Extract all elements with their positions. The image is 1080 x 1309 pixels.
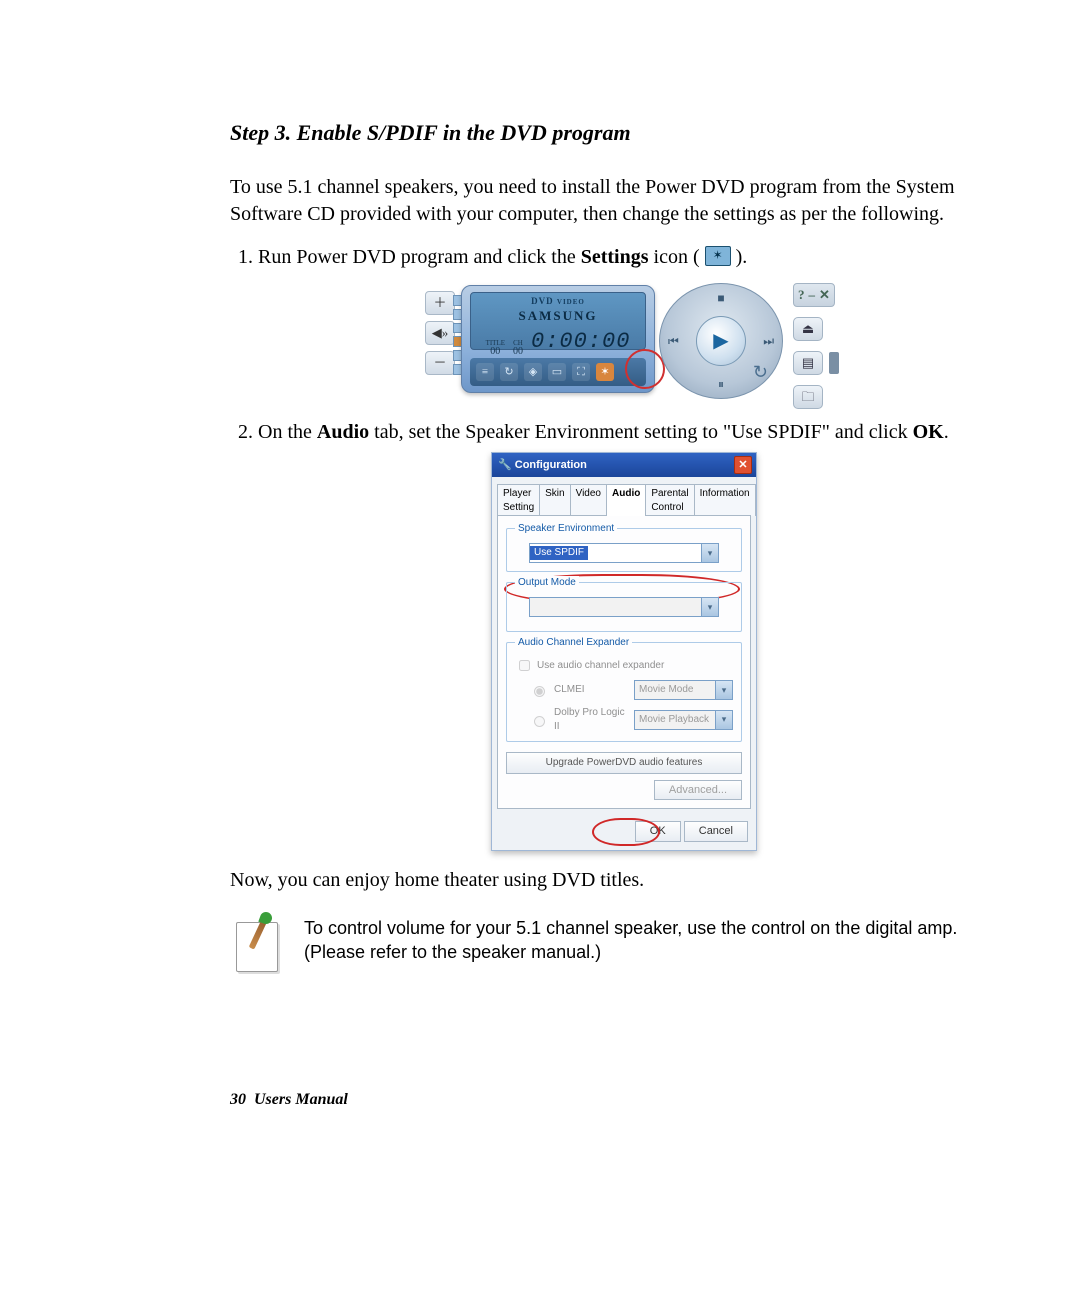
dialog-titlebar: 🔧 Configuration ✕: [492, 453, 756, 477]
outro-paragraph: Now, you can enjoy home theater using DV…: [230, 869, 990, 892]
intro-paragraph: To use 5.1 channel speakers, you need to…: [230, 174, 990, 228]
timer-row: TITLE 00 CH 00 0:00:00: [471, 327, 645, 357]
settings-word: Settings: [581, 246, 649, 268]
red-circle-callout: [625, 349, 665, 389]
tab-skin[interactable]: Skin: [539, 484, 570, 516]
group-title: Output Mode: [515, 576, 579, 590]
capture-icon[interactable]: ▭: [548, 363, 566, 381]
tab-audio[interactable]: Audio: [606, 484, 646, 516]
checkbox-label: Use audio channel expander: [537, 659, 664, 673]
step-title: Step 3. Enable S/PDIF in the DVD program: [230, 120, 990, 146]
chevron-down-icon: ▾: [715, 711, 732, 729]
page-footer: 30 Users Manual: [230, 1091, 348, 1109]
ace-row-clmei: CLMEI Movie Mode▾: [515, 680, 733, 700]
tab-information[interactable]: Information: [694, 484, 756, 516]
drag-handle-icon[interactable]: [829, 352, 839, 374]
fullscreen-icon[interactable]: ⛶: [572, 363, 590, 381]
open-icon[interactable]: 🗀: [793, 385, 823, 409]
tab-player-setting[interactable]: Player Setting: [497, 484, 540, 516]
radio-label: CLMEI: [554, 683, 628, 697]
chevron-down-icon[interactable]: ▾: [701, 544, 718, 562]
group-title: Speaker Environment: [515, 522, 617, 536]
text: tab, set the Speaker Environment setting…: [369, 421, 912, 443]
use-ace-checkbox[interactable]: Use audio channel expander: [515, 657, 733, 674]
player-bottom-bar: ≡ ↻ ◈ ▭ ⛶ ✶: [470, 358, 646, 386]
tab-parental-control[interactable]: Parental Control: [645, 484, 694, 516]
instruction-list: Run Power DVD program and click the Sett…: [230, 244, 990, 851]
repeat-icon[interactable]: ↻: [500, 363, 518, 381]
ace-row-dolby: Dolby Pro Logic II Movie Playback▾: [515, 706, 733, 733]
page: Step 3. Enable S/PDIF in the DVD program…: [0, 0, 1080, 1309]
upgrade-button[interactable]: Upgrade PowerDVD audio features: [506, 752, 742, 774]
radio-clmei[interactable]: [534, 686, 545, 697]
checkbox-input[interactable]: [519, 660, 530, 671]
play-button[interactable]: ▶: [696, 316, 746, 366]
radio-label: Dolby Pro Logic II: [554, 706, 628, 733]
refresh-icon[interactable]: ↻: [753, 360, 768, 384]
tab-video[interactable]: Video: [570, 484, 607, 516]
help-icon[interactable]: ?: [798, 286, 805, 304]
output-mode-group: Output Mode ▾: [506, 582, 742, 632]
right-buttons: ? – ✕ ⏏ ▤ 🗀: [793, 283, 839, 409]
dialog-actions: OK Cancel: [492, 815, 756, 850]
dialog-title-text: 🔧 Configuration: [498, 458, 587, 473]
configuration-dialog: 🔧 Configuration ✕ Player Setting Skin Vi…: [491, 452, 757, 851]
chevron-down-icon: ▾: [701, 598, 718, 616]
volume-button[interactable]: ◀»: [425, 321, 455, 345]
powerdvd-player-screenshot: ＋ ◀» － DVD VIDEO SAMSUNG T: [409, 281, 839, 401]
group-title: Audio Channel Expander: [515, 636, 632, 650]
minus-button[interactable]: －: [425, 351, 455, 375]
instruction-1: Run Power DVD program and click the Sett…: [258, 244, 990, 401]
note-block: To control volume for your 5.1 channel s…: [230, 916, 990, 972]
text: On the: [258, 421, 317, 443]
next-icon[interactable]: ⏭: [763, 333, 774, 349]
text: ).: [731, 246, 748, 268]
text: icon (: [649, 246, 705, 268]
eject-icon[interactable]: ⏏: [793, 317, 823, 341]
brand-label: SAMSUNG: [471, 307, 645, 325]
time-display: 0:00:00: [531, 327, 630, 357]
page-number: 30: [230, 1091, 246, 1108]
playlist-icon[interactable]: ▤: [793, 351, 823, 375]
close-icon[interactable]: ✕: [819, 286, 830, 304]
pause-icon[interactable]: ⏸: [718, 376, 724, 392]
clmei-select: Movie Mode▾: [634, 680, 733, 700]
menu-icon[interactable]: ≡: [476, 363, 494, 381]
radio-dolby[interactable]: [534, 716, 545, 727]
plus-button[interactable]: ＋: [425, 291, 455, 315]
speaker-environment-select[interactable]: Use SPDIF ▾: [529, 543, 719, 563]
cancel-button[interactable]: Cancel: [684, 821, 748, 842]
footer-label: Users Manual: [254, 1091, 348, 1108]
window-controls: ? – ✕: [793, 283, 835, 307]
note-icon: [236, 916, 284, 972]
settings-icon[interactable]: ✶: [596, 363, 614, 381]
audio-word: Audio: [317, 421, 369, 443]
settings-icon: [705, 246, 731, 266]
tab-strip: Player Setting Skin Video Audio Parental…: [492, 477, 756, 515]
tab-panel-audio: Speaker Environment Use SPDIF ▾ Output M…: [497, 515, 751, 809]
note-text: To control volume for your 5.1 channel s…: [304, 916, 990, 965]
advanced-button: Advanced...: [654, 780, 742, 801]
text: Run Power DVD program and click the: [258, 246, 581, 268]
ok-word: OK: [913, 421, 944, 443]
angle-icon[interactable]: ◈: [524, 363, 542, 381]
minimize-icon[interactable]: –: [809, 286, 816, 304]
transport-wheel[interactable]: ■ ⏮ ⏭ ⏸ ↻ ▶: [659, 283, 783, 399]
chevron-down-icon: ▾: [715, 681, 732, 699]
stop-icon[interactable]: ■: [717, 290, 724, 306]
red-oval-callout: [592, 818, 660, 846]
close-icon[interactable]: ✕: [734, 456, 752, 474]
text: .: [944, 421, 949, 443]
speaker-environment-group: Speaker Environment Use SPDIF ▾: [506, 528, 742, 572]
player-lcd: DVD VIDEO SAMSUNG TITLE 00 CH 00: [470, 292, 646, 350]
speaker-environment-value: Use SPDIF: [530, 546, 588, 560]
audio-channel-expander-group: Audio Channel Expander Use audio channel…: [506, 642, 742, 742]
dvd-logo: DVD VIDEO: [471, 295, 645, 307]
instruction-2: On the Audio tab, set the Speaker Enviro…: [258, 419, 990, 851]
prev-icon[interactable]: ⏮: [668, 333, 679, 349]
output-mode-select: ▾: [529, 597, 719, 617]
dolby-select: Movie Playback▾: [634, 710, 733, 730]
